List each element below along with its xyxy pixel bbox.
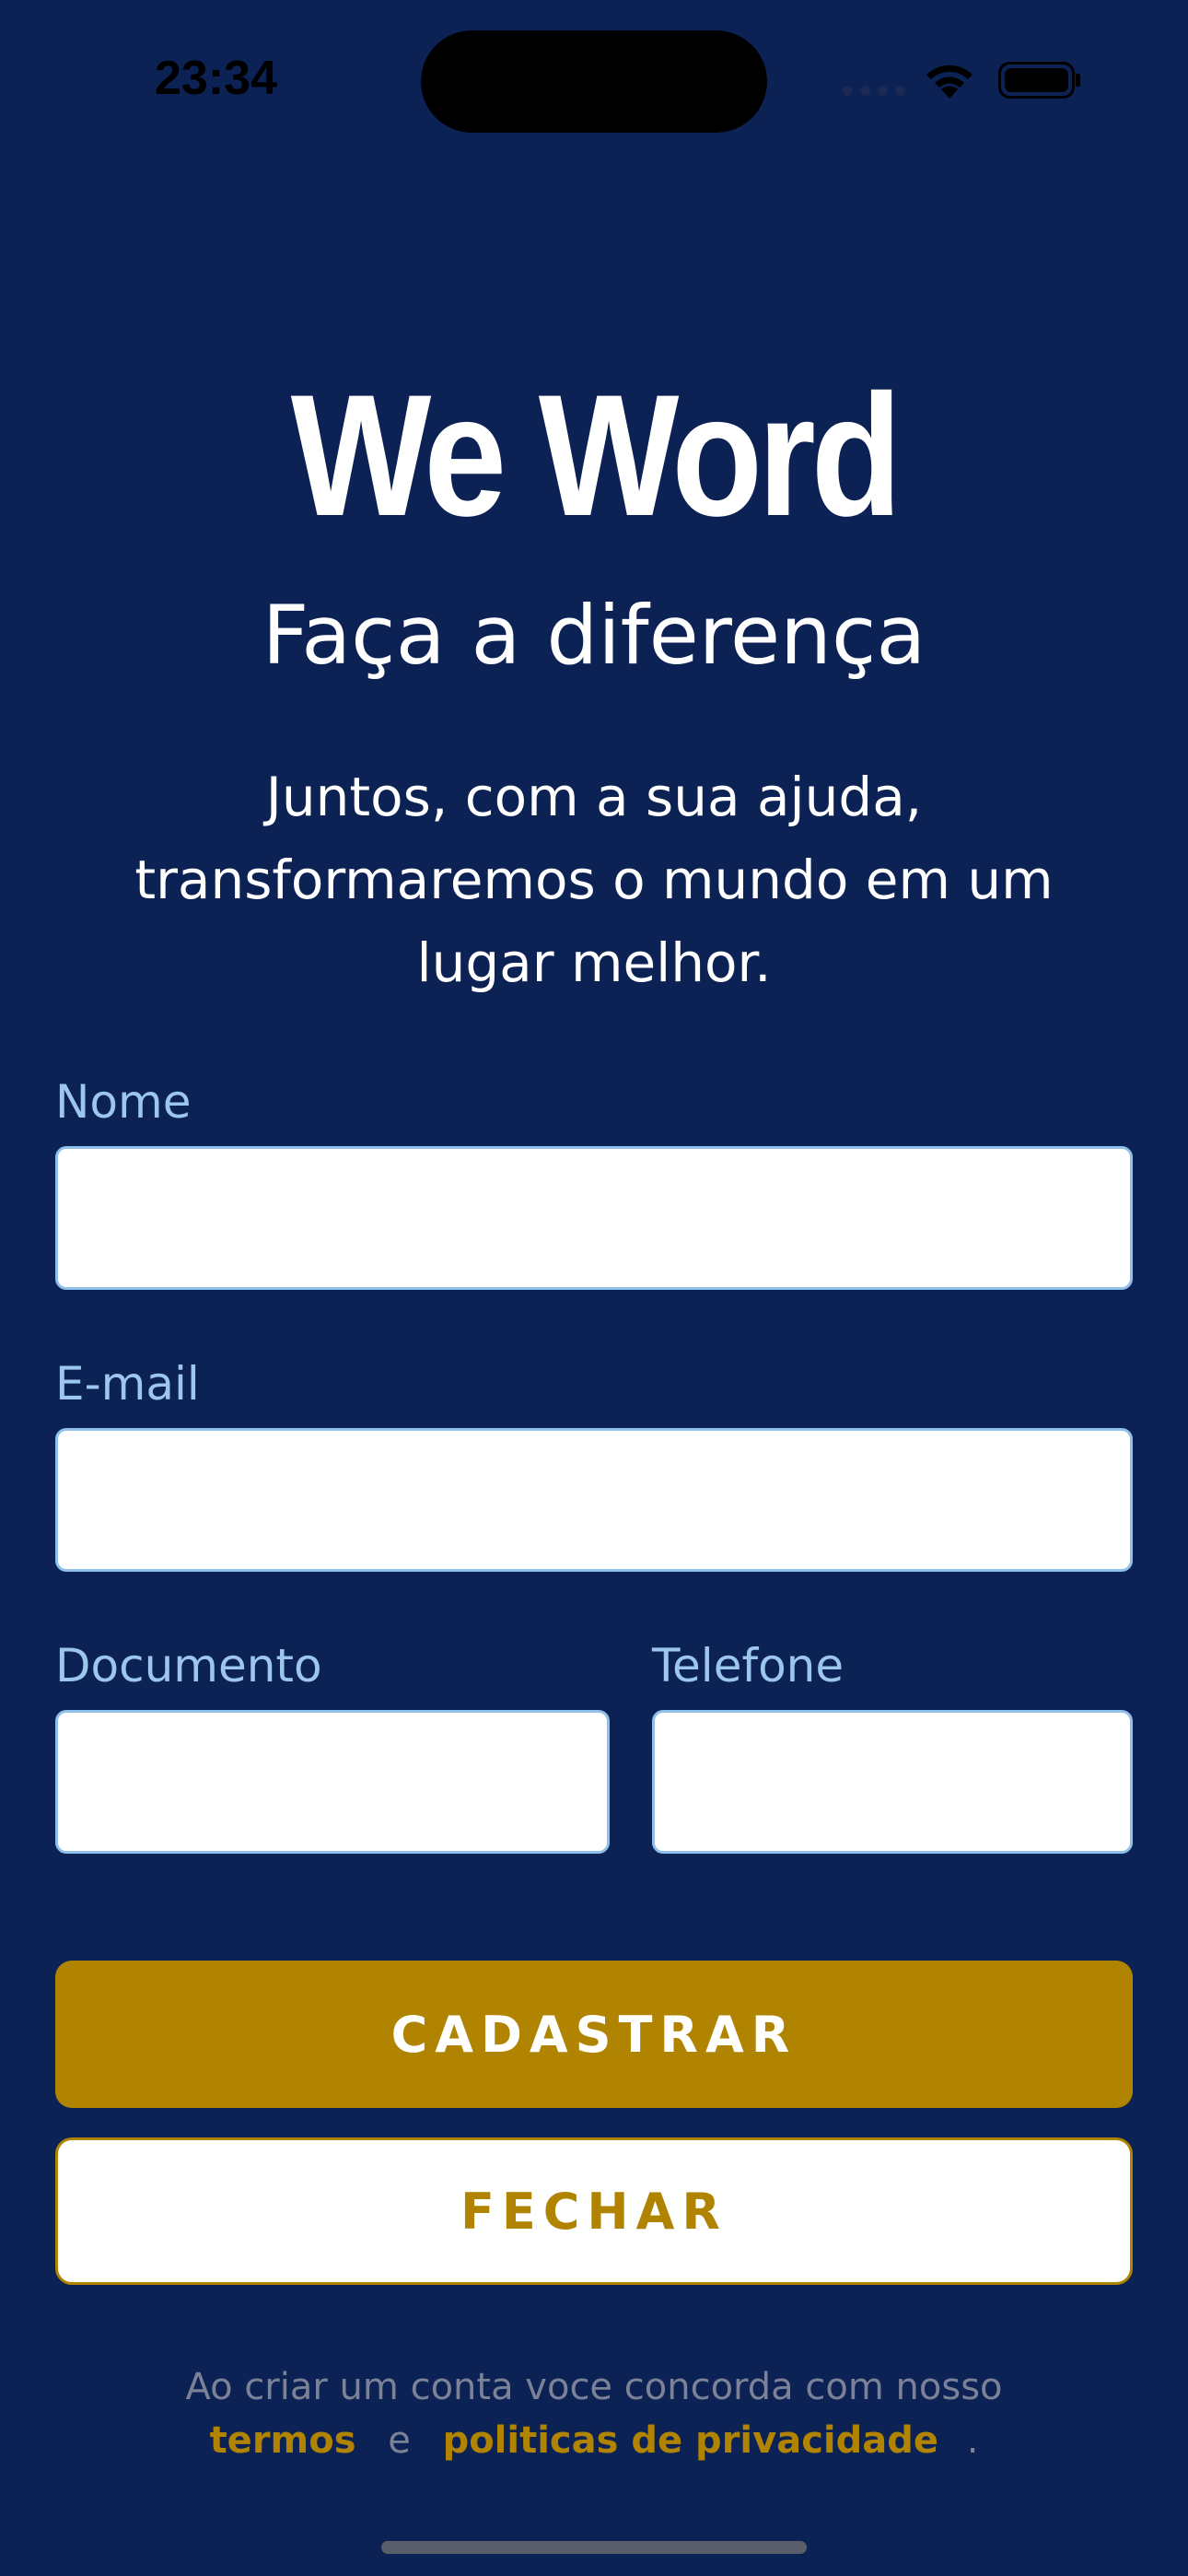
- headline: Faça a diferença: [262, 588, 926, 683]
- terms-link[interactable]: termos: [210, 2419, 356, 2462]
- home-indicator[interactable]: [381, 2541, 807, 2554]
- email-label: E-mail: [55, 1357, 200, 1411]
- battery-icon: [998, 62, 1080, 99]
- name-label: Nome: [55, 1075, 192, 1129]
- terms-end: .: [966, 2419, 979, 2462]
- cellular-signal-icon: [843, 85, 905, 96]
- phone-input[interactable]: [652, 1710, 1133, 1854]
- name-input[interactable]: [55, 1146, 1133, 1290]
- email-input[interactable]: [55, 1428, 1133, 1572]
- wifi-icon: [926, 64, 973, 99]
- phone-label: Telefone: [652, 1639, 844, 1692]
- dynamic-island: [421, 30, 767, 133]
- app-logo: We Word: [290, 358, 903, 552]
- subtitle: Juntos, com a sua ajuda, transformaremos…: [134, 766, 1054, 994]
- register-button[interactable]: CADASTRAR: [55, 1961, 1133, 2108]
- terms-connector: e: [388, 2419, 411, 2462]
- terms-notice-links: termos e politicas de privacidade .: [0, 2414, 1188, 2467]
- privacy-policy-link[interactable]: politicas de privacidade: [443, 2419, 938, 2462]
- document-input[interactable]: [55, 1710, 610, 1854]
- close-button[interactable]: FECHAR: [55, 2137, 1133, 2285]
- document-label: Documento: [55, 1639, 322, 1692]
- status-time: 23:34: [155, 52, 277, 105]
- terms-notice: Ao criar um conta voce concorda com noss…: [0, 2360, 1188, 2467]
- terms-notice-text: Ao criar um conta voce concorda com noss…: [185, 2366, 1003, 2408]
- status-bar: 23:34: [0, 0, 1188, 166]
